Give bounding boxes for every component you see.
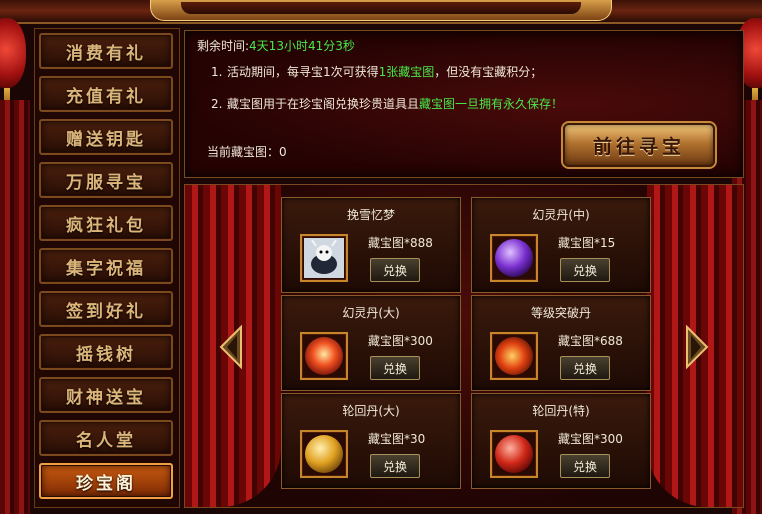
title-plaque [150, 0, 612, 21]
exchange-button[interactable]: 兑换 [370, 454, 420, 478]
item-slot[interactable] [300, 332, 348, 380]
go-button-label: 前往寻宝 [592, 135, 685, 158]
remaining-time: 剩余时间:4天13小时41分3秒 [197, 37, 355, 54]
sidebar-item-label: 签到好礼 [66, 301, 146, 322]
item-slot[interactable] [300, 234, 348, 282]
current-value: 0 [279, 145, 287, 159]
rule-number: 2. [211, 97, 223, 111]
rule-text: 藏宝图用于在珍宝阁兑换珍贵道具且 [227, 97, 420, 111]
crimson-orb-icon [495, 435, 533, 473]
rule-highlight: 藏宝图一旦拥有永久保存！ [419, 97, 564, 111]
item-cost: 藏宝图*15 [558, 236, 616, 250]
sidebar-item-label: 摇钱树 [76, 344, 136, 365]
sidebar-item-give-key[interactable]: 赠送钥匙 [39, 119, 173, 155]
remaining-value: 4天13小时41分3秒 [249, 39, 355, 53]
sidebar-item-label: 名人堂 [76, 430, 136, 451]
item-slot[interactable] [490, 332, 538, 380]
lantern-left-icon [0, 18, 26, 88]
item-name: 幻灵丹(大) [342, 306, 400, 320]
snow-pet-icon [304, 238, 344, 278]
current-treasure-map-count: 当前藏宝图：0 [207, 143, 287, 160]
exchange-card: 轮回丹(大) 藏宝图*30 兑换 [281, 393, 461, 489]
item-name: 等级突破丹 [530, 306, 591, 320]
rule-text: ，但没有宝藏积分； [434, 65, 543, 79]
exchange-card: 轮回丹(特) 藏宝图*300 兑换 [471, 393, 651, 489]
sidebar-item-label: 赠送钥匙 [66, 129, 146, 150]
sidebar-item-server-treasure[interactable]: 万服寻宝 [39, 162, 173, 198]
item-slot[interactable] [490, 430, 538, 478]
gold-orb-icon [305, 435, 343, 473]
purple-orb-icon [495, 239, 533, 277]
current-label: 当前藏宝图： [207, 145, 280, 159]
top-banner [0, 0, 762, 24]
info-panel: 剩余时间:4天13小时41分3秒 1. 活动期间，每寻宝1次可获得1张藏宝图，但没… [184, 30, 744, 178]
item-slot[interactable] [490, 234, 538, 282]
side-curtain-left [0, 100, 30, 514]
item-name: 轮回丹(特) [532, 404, 590, 418]
go-treasure-hunt-button[interactable]: 前往寻宝 [563, 123, 715, 167]
sidebar-item-label: 疯狂礼包 [66, 215, 146, 236]
sidebar-item-checkin[interactable]: 签到好礼 [39, 291, 173, 327]
exchange-stage: 挽雪忆梦 藏宝图*888 兑换 幻灵丹(中) 藏宝图*15 兑换 幻灵丹(大) … [184, 184, 744, 508]
sidebar-item-crazy-pack[interactable]: 疯狂礼包 [39, 205, 173, 241]
exchange-button[interactable]: 兑换 [560, 258, 610, 282]
exchange-card: 等级突破丹 藏宝图*688 兑换 [471, 295, 651, 391]
item-slot[interactable] [300, 430, 348, 478]
sidebar: 消费有礼 充值有礼 赠送钥匙 万服寻宝 疯狂礼包 集字祝福 签到好礼 摇钱树 财… [34, 28, 180, 508]
next-page-arrow-icon[interactable] [685, 325, 709, 369]
prev-page-arrow-icon[interactable] [219, 325, 243, 369]
item-name: 幻灵丹(中) [532, 208, 590, 222]
item-cost: 藏宝图*300 [368, 334, 433, 348]
item-name: 挽雪忆梦 [346, 208, 395, 222]
sidebar-item-label: 集字祝福 [66, 258, 146, 279]
sidebar-item-label: 万服寻宝 [66, 172, 146, 193]
exchange-button[interactable]: 兑换 [560, 356, 610, 380]
item-cost: 藏宝图*30 [368, 432, 426, 446]
item-name: 轮回丹(大) [342, 404, 400, 418]
item-cost: 藏宝图*300 [558, 432, 623, 446]
sidebar-item-fortune-god[interactable]: 财神送宝 [39, 377, 173, 413]
sidebar-item-recharge-gift[interactable]: 充值有礼 [39, 76, 173, 112]
exchange-button[interactable]: 兑换 [560, 454, 610, 478]
exchange-button[interactable]: 兑换 [370, 258, 420, 282]
exchange-card: 幻灵丹(大) 藏宝图*300 兑换 [281, 295, 461, 391]
sidebar-item-label: 消费有礼 [66, 43, 146, 64]
rule-2: 2. 藏宝图用于在珍宝阁兑换珍贵道具且藏宝图一旦拥有永久保存！ [211, 95, 563, 112]
rule-1: 1. 活动期间，每寻宝1次可获得1张藏宝图，但没有宝藏积分； [211, 63, 542, 80]
rule-text: 活动期间，每寻宝1次可获得 [227, 65, 379, 79]
exchange-card: 幻灵丹(中) 藏宝图*15 兑换 [471, 197, 651, 293]
fire-orb-icon [495, 337, 533, 375]
sidebar-item-consume-gift[interactable]: 消费有礼 [39, 33, 173, 69]
exchange-button[interactable]: 兑换 [370, 356, 420, 380]
rule-highlight: 1张藏宝图 [378, 65, 435, 79]
sidebar-item-collect-words[interactable]: 集字祝福 [39, 248, 173, 284]
sidebar-item-label: 充值有礼 [66, 86, 146, 107]
rule-number: 1. [211, 65, 223, 79]
sidebar-item-treasure-pavilion[interactable]: 珍宝阁 [39, 463, 173, 499]
sidebar-item-label: 珍宝阁 [76, 473, 136, 494]
remaining-label: 剩余时间: [197, 39, 250, 53]
item-cost: 藏宝图*888 [368, 236, 433, 250]
sidebar-item-money-tree[interactable]: 摇钱树 [39, 334, 173, 370]
red-orb-icon [305, 337, 343, 375]
item-cost: 藏宝图*688 [558, 334, 623, 348]
exchange-card: 挽雪忆梦 藏宝图*888 兑换 [281, 197, 461, 293]
sidebar-item-hall-of-fame[interactable]: 名人堂 [39, 420, 173, 456]
sidebar-item-label: 财神送宝 [66, 387, 146, 408]
